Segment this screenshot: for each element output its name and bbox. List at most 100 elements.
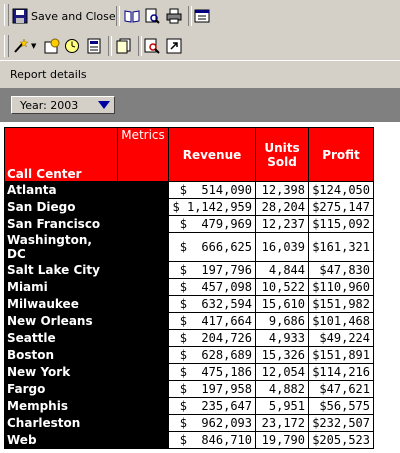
table-row: Miami $ 457,098 10,522 $110,960	[4, 278, 374, 296]
units-sold-cell: 15,610	[255, 295, 309, 313]
row-header-spacer	[117, 431, 169, 449]
document-pages-icon	[116, 38, 132, 54]
print-preview-icon	[144, 8, 160, 24]
shortcut-button[interactable]	[166, 36, 182, 56]
page-view-button[interactable]	[116, 36, 132, 56]
wand-dropdown-button[interactable]: ▼	[12, 36, 36, 56]
table-row: New Orleans $ 417,664 9,686 $101,468	[4, 312, 374, 330]
row-header-spacer	[117, 329, 169, 347]
print-button[interactable]	[166, 6, 182, 26]
table-row: Washington, DC $ 666,625 16,039 $161,321	[4, 232, 374, 262]
table-row: San Francisco $ 479,969 12,237 $115,092	[4, 215, 374, 233]
units-sold-header[interactable]: Units Sold	[255, 127, 309, 182]
units-sold-cell: 12,054	[255, 363, 309, 381]
clock-icon	[64, 38, 80, 54]
call-center-header[interactable]: Call Center	[4, 127, 118, 182]
table-row: Boston $ 628,689 15,326 $151,891	[4, 346, 374, 364]
wizard-icon	[44, 38, 60, 54]
row-header-spacer	[117, 397, 169, 415]
table-row: Seattle $ 204,726 4,933 $49,224	[4, 329, 374, 347]
units-sold-header-text: Units Sold	[264, 140, 300, 169]
table-row: Salt Lake City $ 197,796 4,844 $47,830	[4, 261, 374, 279]
table-row: San Diego $ 1,142,959 28,204 $275,147	[4, 198, 374, 216]
profit-cell: $232,507	[308, 414, 374, 432]
revenue-cell: $ 962,093	[168, 414, 256, 432]
row-header-spacer	[117, 261, 169, 279]
row-header-11[interactable]: Fargo	[4, 380, 118, 398]
row-header-spacer	[117, 380, 169, 398]
units-sold-cell: 5,951	[255, 397, 309, 415]
profit-cell: $114,216	[308, 363, 374, 381]
printer-icon	[166, 8, 182, 24]
revenue-cell: $ 457,098	[168, 278, 256, 296]
revenue-cell: $ 632,594	[168, 295, 256, 313]
report-details-bar[interactable]: Report details	[0, 60, 400, 89]
row-header-5[interactable]: Miami	[4, 278, 118, 296]
revenue-cell: $ 514,090	[168, 181, 256, 199]
row-header-7[interactable]: New Orleans	[4, 312, 118, 330]
profit-cell: $275,147	[308, 198, 374, 216]
row-header-spacer	[117, 346, 169, 364]
row-header-12[interactable]: Memphis	[4, 397, 118, 415]
profit-header[interactable]: Profit	[308, 127, 374, 182]
row-header-spacer	[117, 181, 169, 199]
profit-cell: $101,468	[308, 312, 374, 330]
find-icon	[144, 38, 160, 54]
row-header-0[interactable]: Atlanta	[4, 181, 118, 199]
profit-cell: $205,523	[308, 431, 374, 449]
revenue-cell: $ 204,726	[168, 329, 256, 347]
profit-cell: $49,224	[308, 329, 374, 347]
revenue-cell: $ 628,689	[168, 346, 256, 364]
toolbar-separator	[138, 36, 142, 56]
profit-cell: $151,982	[308, 295, 374, 313]
units-sold-cell: 4,933	[255, 329, 309, 347]
year-selector[interactable]: Year: 2003	[11, 96, 115, 114]
row-header-spacer	[117, 363, 169, 381]
main-toolbar: Save and Close	[0, 0, 400, 33]
secondary-toolbar: ▼	[0, 32, 400, 61]
schedule-button[interactable]	[64, 36, 80, 56]
toolbar-separator	[188, 6, 192, 26]
print-preview-button[interactable]	[144, 6, 160, 26]
profit-cell: $124,050	[308, 181, 374, 199]
revenue-cell: $ 475,186	[168, 363, 256, 381]
row-header-10[interactable]: New York	[4, 363, 118, 381]
grid-view-button[interactable]	[86, 36, 102, 56]
row-header-9[interactable]: Boston	[4, 346, 118, 364]
row-header-13[interactable]: Charleston	[4, 414, 118, 432]
report-grid: Call Center Metrics Revenue Units Sold P…	[4, 127, 374, 449]
table-row: Milwaukee $ 632,594 15,610 $151,982	[4, 295, 374, 313]
find-button[interactable]	[144, 36, 160, 56]
row-header-6[interactable]: Milwaukee	[4, 295, 118, 313]
metrics-header[interactable]: Metrics	[117, 127, 169, 182]
row-header-4[interactable]: Salt Lake City	[4, 261, 118, 279]
revenue-cell: $ 479,969	[168, 215, 256, 233]
profit-cell: $161,321	[308, 232, 374, 262]
row-header-3[interactable]: Washington, DC	[4, 232, 118, 262]
report-grid-body: Atlanta $ 514,090 12,398 $124,050 San Diego $…	[4, 181, 374, 449]
row-header-8[interactable]: Seattle	[4, 329, 118, 347]
row-header-2[interactable]: San Francisco	[4, 215, 118, 233]
save-and-close-button[interactable]: Save and Close	[12, 6, 116, 26]
revenue-cell: $ 666,625	[168, 232, 256, 262]
revenue-cell: $ 846,710	[168, 431, 256, 449]
row-header-1[interactable]: San Diego	[4, 198, 118, 216]
dropdown-arrow-icon	[98, 101, 110, 109]
magic-wand-icon	[12, 38, 29, 54]
shortcut-arrow-icon	[166, 38, 182, 54]
revenue-cell: $ 417,664	[168, 312, 256, 330]
toolbar-grip[interactable]	[4, 35, 9, 57]
toolbar-grip[interactable]	[4, 4, 9, 26]
book-button[interactable]	[124, 6, 140, 26]
revenue-header[interactable]: Revenue	[168, 127, 256, 182]
properties-button[interactable]	[194, 6, 210, 26]
row-header-spacer	[117, 232, 169, 262]
units-sold-cell: 9,686	[255, 312, 309, 330]
revenue-cell: $ 197,796	[168, 261, 256, 279]
profit-cell: $47,621	[308, 380, 374, 398]
floppy-disk-icon	[12, 8, 28, 24]
row-header-14[interactable]: Web	[4, 431, 118, 449]
wizard-button[interactable]	[44, 36, 60, 56]
row-header-spacer	[117, 278, 169, 296]
properties-window-icon	[194, 8, 210, 24]
